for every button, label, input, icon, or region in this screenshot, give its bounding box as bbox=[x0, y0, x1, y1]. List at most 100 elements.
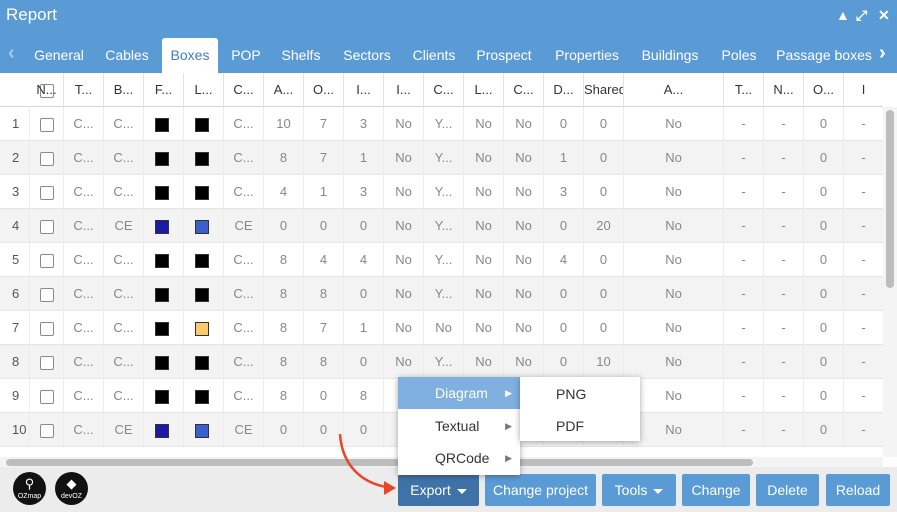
row-checkbox[interactable] bbox=[39, 287, 54, 302]
table-cell: - bbox=[764, 175, 804, 209]
menu-item-textual[interactable]: Textual ▶ bbox=[398, 410, 520, 442]
tab-bar: ‹ General Cables Boxes POP Shelfs Sector… bbox=[0, 34, 897, 73]
close-icon[interactable]: ✕ bbox=[878, 7, 890, 24]
row-checkbox[interactable] bbox=[39, 151, 54, 166]
change-project-button[interactable]: Change project bbox=[485, 474, 596, 506]
column-header[interactable]: N... bbox=[764, 73, 804, 107]
maximize-icon[interactable]: ⤢ bbox=[856, 7, 867, 24]
table-cell: 0 bbox=[544, 277, 584, 311]
column-header[interactable]: C... bbox=[424, 73, 464, 107]
menu-item-diagram[interactable]: Diagram ▶ bbox=[398, 377, 520, 409]
border-color-swatch bbox=[144, 345, 184, 379]
row-checkbox[interactable] bbox=[39, 117, 54, 132]
color-swatch bbox=[195, 287, 209, 302]
table-cell: C... bbox=[104, 243, 144, 277]
table-row[interactable]: 5 C... C... C... 8 4 4 No Y... No No 4 0 No - -0- bbox=[0, 243, 883, 277]
tab-prospect[interactable]: Prospect bbox=[470, 38, 538, 73]
column-header[interactable]: L... bbox=[184, 73, 224, 107]
column-header[interactable]: O... bbox=[804, 73, 844, 107]
row-checkbox-cell bbox=[30, 107, 64, 141]
row-number: 8 bbox=[0, 345, 30, 379]
column-header[interactable]: F... bbox=[144, 73, 184, 107]
row-checkbox[interactable] bbox=[39, 219, 54, 234]
table-cell: C... bbox=[64, 243, 104, 277]
column-header[interactable]: O... bbox=[304, 73, 344, 107]
tab-pop[interactable]: POP bbox=[226, 38, 266, 73]
column-header[interactable]: I... bbox=[384, 73, 424, 107]
column-header[interactable]: C... bbox=[224, 73, 264, 107]
table-cell: 8 bbox=[304, 345, 344, 379]
row-checkbox-cell bbox=[30, 277, 64, 311]
row-checkbox[interactable] bbox=[39, 185, 54, 200]
annotation-arrow-icon bbox=[338, 433, 396, 495]
table-cell: 1 bbox=[344, 141, 384, 175]
tab-properties[interactable]: Properties bbox=[548, 38, 626, 73]
column-header[interactable]: T... bbox=[724, 73, 764, 107]
tab-buildings[interactable]: Buildings bbox=[634, 38, 706, 73]
row-checkbox-cell bbox=[30, 141, 64, 175]
export-button-label: Export bbox=[410, 482, 451, 498]
border-color-swatch bbox=[144, 141, 184, 175]
column-header[interactable]: B... bbox=[104, 73, 144, 107]
row-checkbox[interactable] bbox=[39, 389, 54, 404]
table-cell: No bbox=[464, 175, 504, 209]
table-row[interactable]: 4 C... CE CE 0 0 0 No Y... No No 0 20 No - -0- bbox=[0, 209, 883, 243]
table-cell: 0 bbox=[304, 379, 344, 413]
column-header[interactable]: L... bbox=[464, 73, 504, 107]
row-number: 1 bbox=[0, 107, 30, 141]
border-color-swatch bbox=[144, 379, 184, 413]
table-row[interactable]: 6 C... C... C... 8 8 0 No Y... No No 0 0 No - -0- bbox=[0, 277, 883, 311]
table-row[interactable]: 2 C... C... C... 8 7 1 No Y... No No 1 0 No - -0- bbox=[0, 141, 883, 175]
table-cell: - bbox=[724, 209, 764, 243]
column-header[interactable]: D... bbox=[544, 73, 584, 107]
tab-passage-boxes[interactable]: Passage boxes bbox=[772, 38, 876, 73]
column-header[interactable]: A... bbox=[264, 73, 304, 107]
collapse-icon[interactable]: ▲ bbox=[836, 7, 850, 23]
table-cell: - bbox=[844, 209, 883, 243]
row-checkbox[interactable] bbox=[39, 321, 54, 336]
export-button[interactable]: Export bbox=[398, 474, 479, 506]
vertical-scroll-thumb[interactable] bbox=[886, 110, 894, 288]
tab-general[interactable]: General bbox=[26, 38, 92, 73]
table-row[interactable]: 8 C... C... C... 8 8 0 No Y... No No 0 10 No - -0- bbox=[0, 345, 883, 379]
column-header[interactable]: I... bbox=[344, 73, 384, 107]
tab-scroll-right-icon[interactable]: › bbox=[879, 42, 886, 65]
column-header[interactable]: C... bbox=[504, 73, 544, 107]
column-header[interactable]: T... bbox=[64, 73, 104, 107]
row-checkbox[interactable] bbox=[39, 423, 54, 438]
tab-cables[interactable]: Cables bbox=[96, 38, 158, 73]
column-header[interactable]: I bbox=[844, 73, 883, 107]
tab-scroll-left-icon[interactable]: ‹ bbox=[8, 42, 15, 65]
reload-button[interactable]: Reload bbox=[826, 474, 890, 506]
table-cell: - bbox=[844, 175, 883, 209]
table-cell: 8 bbox=[264, 379, 304, 413]
table-cell: Y... bbox=[424, 141, 464, 175]
tab-poles[interactable]: Poles bbox=[716, 38, 762, 73]
change-button[interactable]: Change bbox=[682, 474, 750, 506]
table-row[interactable]: 7 C... C... C... 8 7 1 No No No No 0 0 No - -0- bbox=[0, 311, 883, 345]
column-header[interactable]: N... bbox=[30, 73, 64, 107]
tab-clients[interactable]: Clients bbox=[406, 38, 462, 73]
menu-item-pdf[interactable]: PDF bbox=[520, 410, 640, 442]
column-header[interactable]: Shared bbox=[584, 73, 624, 107]
menu-item-qrcode[interactable]: QRCode ▶ bbox=[398, 442, 520, 474]
table-cell: No bbox=[424, 311, 464, 345]
row-number: 3 bbox=[0, 175, 30, 209]
tools-button[interactable]: Tools bbox=[602, 474, 676, 506]
menu-item-png[interactable]: PNG bbox=[520, 378, 640, 410]
table-cell: No bbox=[624, 107, 724, 141]
table-row[interactable]: 1 C... C... C... 10 7 3 No Y... No No 0 0 No - -0- bbox=[0, 107, 883, 141]
chevron-down-icon bbox=[653, 488, 664, 494]
table-cell: 4 bbox=[264, 175, 304, 209]
table-cell: 8 bbox=[344, 379, 384, 413]
table-cell: - bbox=[764, 311, 804, 345]
row-checkbox[interactable] bbox=[39, 355, 54, 370]
table-cell: 1 bbox=[304, 175, 344, 209]
table-row[interactable]: 3 C... C... C... 4 1 3 No Y... No No 3 0 No - -0- bbox=[0, 175, 883, 209]
delete-button[interactable]: Delete bbox=[756, 474, 819, 506]
row-checkbox[interactable] bbox=[39, 253, 54, 268]
tab-sectors[interactable]: Sectors bbox=[336, 38, 398, 73]
tab-shelfs[interactable]: Shelfs bbox=[276, 38, 326, 73]
column-header[interactable]: A... bbox=[624, 73, 724, 107]
tab-boxes[interactable]: Boxes bbox=[162, 38, 218, 73]
